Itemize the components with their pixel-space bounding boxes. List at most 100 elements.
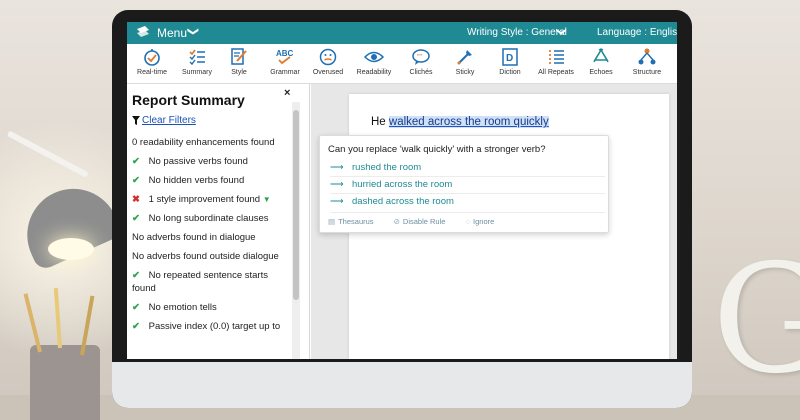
toolbar-label: Real-time <box>137 69 167 76</box>
app-screen: Menu ❯ Writing Style : General ❯ Languag… <box>127 22 677 359</box>
monitor-chin <box>112 362 692 408</box>
cross-icon: ✖ <box>132 194 140 205</box>
ignore-button[interactable]: ◌ Ignore <box>466 217 495 226</box>
suggestion-item[interactable]: ⟶ dashed across the room <box>330 196 454 207</box>
report-item-text: No long subordinate clauses <box>148 213 269 224</box>
toolbar-label: Overused <box>312 69 344 76</box>
suggestion-item[interactable]: ⟶ hurried across the room <box>330 179 452 190</box>
divider <box>330 212 605 213</box>
arrow-right-icon: ⟶ <box>330 179 344 190</box>
report-item-text: Passive index (0.0) target up to <box>148 321 281 332</box>
realtime-icon <box>144 49 160 66</box>
toolbar-label: Echoes <box>589 69 613 76</box>
divider <box>330 193 605 194</box>
desk-lamp-bulb <box>48 238 94 260</box>
report-item-text: 0 readability enhancements found <box>132 137 275 148</box>
writing-style-dropdown[interactable]: Writing Style : General <box>467 27 567 38</box>
chevron-down-icon[interactable]: ❯ <box>556 27 567 35</box>
summary-icon <box>189 49 205 66</box>
report-item-text: No adverbs found outside dialogue <box>132 251 279 262</box>
style-icon <box>231 48 247 65</box>
toolbar-item-realtime[interactable]: Real-time <box>127 46 177 82</box>
report-item-text: No passive verbs found <box>148 156 248 167</box>
language-dropdown[interactable]: Language : English <box>597 27 677 38</box>
report-item[interactable]: ✔ No passive verbs found <box>132 155 290 168</box>
report-item[interactable]: 0 readability enhancements found <box>132 136 290 149</box>
popup-actions: ▤ Thesaurus ⊘ Disable Rule ◌ Ignore <box>328 217 512 226</box>
disable-rule-label: Disable Rule <box>402 217 446 226</box>
toolbar-item-cliches[interactable]: "" Clichés <box>396 46 446 82</box>
report-item[interactable]: ✔ Passive index (0.0) target up to <box>132 320 290 333</box>
disable-rule-button[interactable]: ⊘ Disable Rule <box>394 217 446 226</box>
pencil-cup <box>30 345 100 420</box>
eye-off-icon: ◌ <box>465 217 471 226</box>
toolbar-label: All Repeats <box>538 69 574 76</box>
panel-title: Report Summary <box>132 92 245 108</box>
toolbar-item-overused[interactable]: Overused <box>303 46 353 82</box>
check-icon: ✔ <box>132 213 140 224</box>
structure-icon <box>638 48 656 65</box>
ignore-label: Ignore <box>473 217 495 226</box>
readability-icon <box>364 51 384 63</box>
report-item[interactable]: No adverbs found in dialogue <box>132 231 290 244</box>
toolbar-label: Diction <box>499 69 521 76</box>
clear-filters-link[interactable]: Clear Filters <box>142 115 196 126</box>
check-icon: ✔ <box>132 175 140 186</box>
all-repeats-icon <box>549 50 564 64</box>
highlighted-phrase[interactable]: walked across the room quickly <box>388 116 549 128</box>
report-item[interactable]: ✔ No emotion tells <box>132 301 290 314</box>
grammar-icon: ABC <box>276 49 294 65</box>
divider <box>330 176 605 177</box>
toolbar-label: Structure <box>632 69 662 76</box>
arrow-right-icon: ⟶ <box>330 196 344 207</box>
document-sentence[interactable]: He walked across the room quickly <box>371 116 549 128</box>
suggestion-popup: Can you replace 'walk quickly' with a st… <box>319 135 609 233</box>
report-summary-panel: Report Summary × Clear Filters 0 readabi… <box>127 84 310 359</box>
book-icon: ▤ <box>328 217 336 226</box>
toolbar-label: Sticky <box>455 69 475 76</box>
check-icon: ✔ <box>132 321 140 332</box>
report-item[interactable]: No adverbs found outside dialogue <box>132 250 290 263</box>
thesaurus-label: Thesaurus <box>338 217 374 226</box>
report-toolbar: Real-time Summary Style ABC Grammar Over… <box>127 44 677 84</box>
check-icon: ✔ <box>132 270 140 281</box>
check-icon: ✔ <box>132 302 140 313</box>
chevron-down-icon[interactable]: ❯ <box>187 27 200 36</box>
sentence-text: He <box>371 116 389 128</box>
toolbar-item-style[interactable]: Style <box>214 46 264 82</box>
close-icon[interactable]: × <box>284 87 290 99</box>
panel-scrollbar-thumb[interactable] <box>293 110 299 300</box>
suggestion-question: Can you replace 'walk quickly' with a st… <box>328 144 546 155</box>
disable-icon: ⊘ <box>393 217 400 226</box>
toolbar-item-sticky[interactable]: Sticky <box>440 46 490 82</box>
report-item[interactable]: ✔ No hidden verbs found <box>132 174 290 187</box>
svg-text:"": "" <box>417 54 422 61</box>
suggestion-text: dashed across the room <box>352 196 454 207</box>
overused-icon <box>319 48 337 66</box>
report-item-text: 1 style improvement found <box>148 194 261 205</box>
toolbar-label: Readability <box>356 69 392 76</box>
arrow-right-icon: ⟶ <box>330 162 344 173</box>
filter-icon <box>132 116 140 127</box>
report-item[interactable]: ✖ 1 style improvement found ▼ <box>132 193 290 206</box>
report-item-text: No emotion tells <box>148 302 217 313</box>
toolbar-item-all-repeats[interactable]: All Repeats <box>531 46 581 82</box>
check-icon: ✔ <box>132 156 140 167</box>
report-item[interactable]: ✔ No repeated sentence starts found <box>132 269 290 295</box>
suggestion-item[interactable]: ⟶ rushed the room <box>330 162 421 173</box>
expand-caret-icon[interactable]: ▼ <box>263 195 271 204</box>
suggestion-text: hurried across the room <box>352 179 453 190</box>
report-item[interactable]: ✔ No long subordinate clauses <box>132 212 290 225</box>
toolbar-item-structure[interactable]: Structure <box>622 46 672 82</box>
decorative-letter-g: G <box>712 233 800 407</box>
menu-button[interactable]: Menu <box>157 26 187 40</box>
thesaurus-button[interactable]: ▤ Thesaurus <box>328 217 374 226</box>
cliches-icon: "" <box>412 49 430 65</box>
toolbar-label: Clichés <box>409 69 433 76</box>
toolbar-item-readability[interactable]: Readability <box>349 46 399 82</box>
toolbar-label: Style <box>231 69 247 76</box>
app-logo-icon <box>137 26 149 37</box>
toolbar-item-echoes[interactable]: Echoes <box>576 46 626 82</box>
svg-text:ABC: ABC <box>276 49 294 58</box>
toolbar-item-diction[interactable]: D Diction <box>485 46 535 82</box>
